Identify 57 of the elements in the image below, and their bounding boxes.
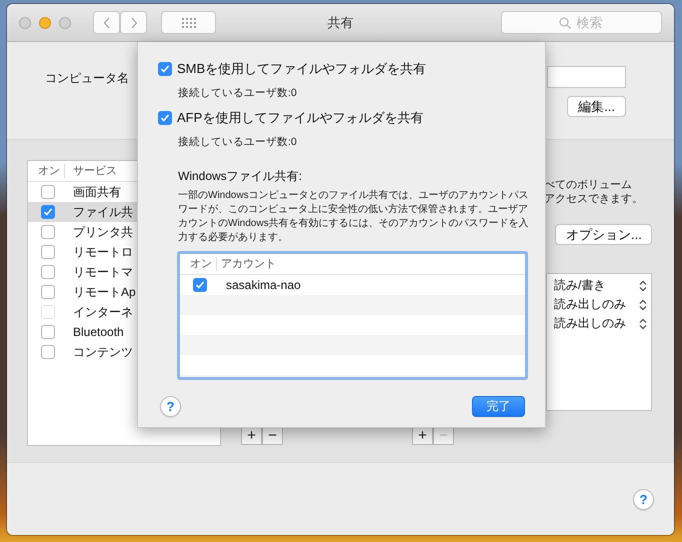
permission-value[interactable]: 読み/書き (554, 277, 606, 294)
service-name: プリンタ共 (72, 224, 133, 240)
grid-button[interactable] (161, 11, 216, 34)
checkbox[interactable] (41, 205, 55, 219)
checkbox[interactable] (41, 245, 55, 259)
service-name: コンテンツ (72, 344, 133, 360)
options-button[interactable]: オプション... (555, 224, 652, 245)
grid-icon (182, 18, 196, 28)
checkmark-icon (160, 113, 170, 123)
service-name: 画面共有 (72, 184, 121, 200)
checkbox[interactable] (193, 278, 207, 292)
checkbox[interactable] (41, 265, 55, 279)
minimize-button[interactable] (39, 16, 51, 28)
column-header: オン (37, 164, 61, 178)
help-button[interactable]: ? (160, 396, 181, 417)
service-name: リモートAp (72, 284, 136, 300)
account-name: sasakima-nao (225, 278, 301, 292)
service-name: ファイル共 (72, 204, 133, 220)
section-heading: Windowsファイル共有: (178, 168, 304, 185)
back-button[interactable] (93, 11, 120, 34)
checkbox[interactable] (158, 111, 172, 125)
forward-button[interactable] (120, 11, 147, 34)
column-header: サービス (64, 164, 117, 178)
status-text: 接続しているユーザ数:0 (178, 86, 298, 100)
updown-icon[interactable] (639, 280, 647, 292)
checkbox[interactable] (41, 285, 55, 299)
column-header: アカウント (216, 257, 276, 271)
checkbox[interactable] (158, 62, 172, 76)
checkmark-icon (160, 64, 170, 74)
edit-button[interactable]: 編集... (567, 96, 626, 117)
search-field[interactable]: 検索 (501, 11, 662, 34)
checkmark-icon (195, 280, 205, 290)
checkbox[interactable] (41, 185, 55, 199)
service-name: リモートマ (72, 264, 133, 280)
computer-name-field[interactable] (547, 66, 626, 88)
chevron-left-icon (102, 16, 110, 28)
checkbox[interactable] (41, 345, 55, 359)
service-name: リモートロ (72, 244, 133, 260)
status-text: 接続しているユーザ数:0 (178, 135, 298, 149)
checkbox[interactable] (41, 325, 55, 339)
updown-icon[interactable] (639, 318, 647, 330)
permission-value[interactable]: 読み出しのみ (554, 315, 626, 332)
computer-name-label: コンピュータ名 (45, 71, 129, 85)
help-button[interactable]: ? (633, 488, 654, 510)
zoom-button[interactable] (59, 16, 71, 28)
checkmark-icon (43, 207, 53, 217)
service-name: Bluetooth (72, 325, 124, 339)
window-title: 共有 (328, 14, 354, 32)
permission-value[interactable]: 読み出しのみ (554, 296, 626, 313)
search-icon (559, 17, 571, 29)
chevron-right-icon (130, 16, 138, 28)
close-button[interactable] (19, 16, 31, 28)
service-name: インターネ (72, 304, 133, 320)
checkbox-label: AFPを使用してファイルやフォルダを共有 (177, 109, 424, 127)
updown-icon[interactable] (639, 298, 647, 310)
checkbox-label: SMBを使用してファイルやフォルダを共有 (177, 60, 426, 78)
checkbox[interactable] (41, 225, 55, 239)
